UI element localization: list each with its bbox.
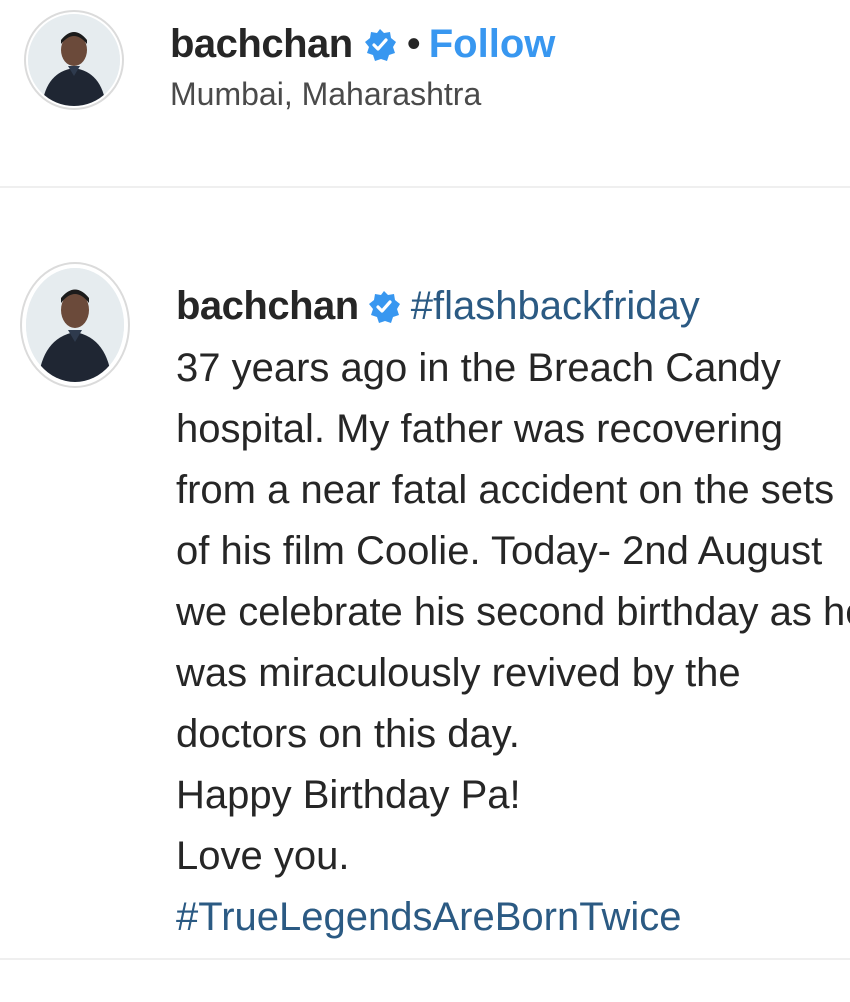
comment-text-line: was miraculously revived by the bbox=[176, 651, 741, 695]
header-username[interactable]: bachchan bbox=[170, 22, 353, 67]
avatar-portrait-icon bbox=[28, 14, 120, 106]
comment-text-line: of his film Coolie. Today- 2nd August bbox=[176, 529, 823, 573]
comment-first-line: bachchan #flashbackfriday bbox=[176, 276, 700, 336]
post-header: bachchan • Follow Mumbai, Maharashtra bbox=[0, 0, 850, 188]
verified-badge-icon bbox=[363, 27, 397, 61]
separator-dot: • bbox=[406, 21, 421, 66]
comment-username[interactable]: bachchan bbox=[176, 284, 359, 329]
comment-text-line: 37 years ago in the Breach Candy bbox=[176, 346, 781, 390]
header-line: bachchan • Follow bbox=[170, 18, 555, 70]
comment-text-line: Love you. bbox=[176, 834, 350, 878]
profile-avatar[interactable] bbox=[28, 14, 120, 106]
follow-button[interactable]: Follow bbox=[429, 22, 556, 67]
hashtag-link[interactable]: #TrueLegendsAreBornTwice bbox=[176, 887, 850, 948]
comment-divider bbox=[0, 958, 850, 960]
comment-text-line: doctors on this day. bbox=[176, 712, 520, 756]
hashtag-link[interactable]: #flashbackfriday bbox=[411, 284, 700, 329]
comment-text-line: from a near fatal accident on the sets bbox=[176, 468, 835, 512]
verified-badge-icon bbox=[367, 289, 401, 323]
comment-text-line: Happy Birthday Pa! bbox=[176, 773, 521, 817]
comment-text: 37 years ago in the Breach Candy hospita… bbox=[176, 338, 850, 948]
comment-text-line: we celebrate his second birthday as he bbox=[176, 590, 850, 634]
avatar-portrait-icon bbox=[26, 268, 124, 382]
comment-text-line: hospital. My father was recovering bbox=[176, 407, 783, 451]
location-link[interactable]: Mumbai, Maharashtra bbox=[170, 76, 481, 113]
header-divider bbox=[0, 186, 850, 188]
comment-avatar[interactable] bbox=[26, 268, 124, 382]
